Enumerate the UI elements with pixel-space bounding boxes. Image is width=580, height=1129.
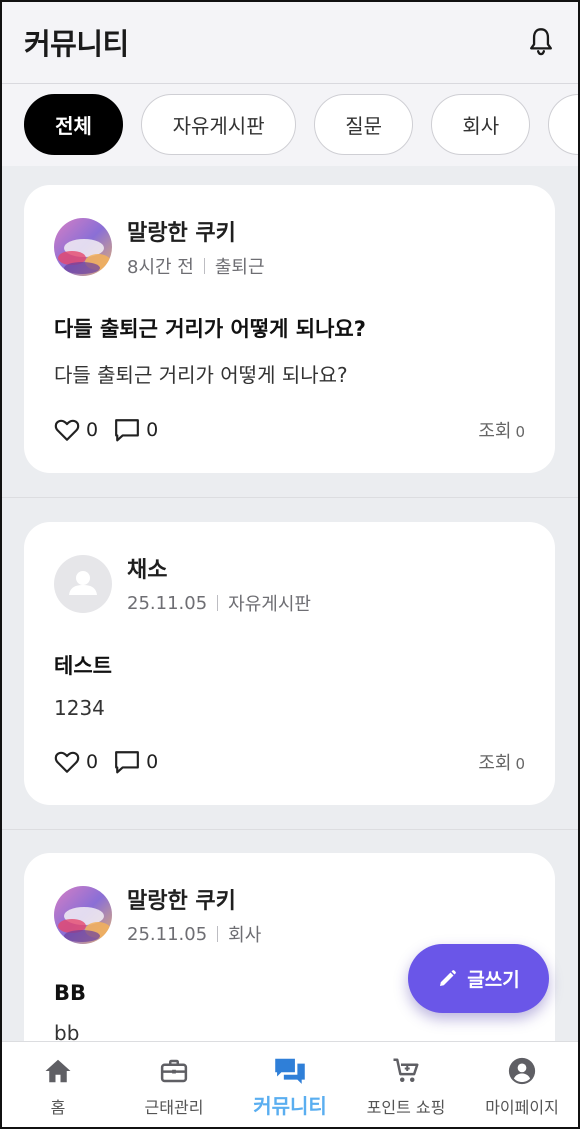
chip-free-board[interactable]: 자유게시판 (141, 94, 297, 155)
author-name: 말랑한 쿠키 (127, 889, 236, 914)
nav-label: 포인트 쇼핑 (366, 1098, 446, 1117)
post-card[interactable]: 채소 25.11.05 자유게시판 테스트 1234 0 0 조회 0 (24, 522, 555, 805)
author-row: 채소 25.11.05 자유게시판 (54, 552, 525, 616)
post-body: bb (54, 1021, 80, 1041)
post-category: 회사 (228, 925, 262, 946)
like-button[interactable]: 0 (54, 418, 98, 442)
views-label: 조회 (478, 753, 512, 774)
nav-community[interactable]: 커뮤니티 (232, 1042, 348, 1129)
nav-attendance[interactable]: 근태관리 (116, 1042, 232, 1129)
comment-count: 0 (146, 419, 159, 441)
comment-button[interactable]: 0 (114, 418, 158, 442)
home-icon (45, 1059, 71, 1083)
post-actions: 0 0 조회 0 (54, 417, 525, 443)
nav-label: 근태관리 (144, 1098, 204, 1117)
post-feed: 말랑한 쿠키 8시간 전 출퇴근 다들 출퇴근 거리가 어떻게 되나요? 다들 … (0, 166, 580, 1041)
post-category: 자유게시판 (228, 594, 311, 615)
heart-icon (54, 751, 80, 773)
bottom-nav: 홈 근태관리 커뮤니티 포인트 쇼핑 마이페이지 (0, 1041, 580, 1129)
like-button[interactable]: 0 (54, 750, 98, 774)
post-body: 1234 (54, 696, 105, 720)
post-time: 25.11.05 (127, 923, 208, 945)
write-post-label: 글쓰기 (467, 969, 520, 991)
nav-point-shop[interactable]: 포인트 쇼핑 (348, 1042, 464, 1129)
write-post-button[interactable]: 글쓰기 (408, 944, 549, 1013)
post-body: 다들 출퇴근 거리가 어떻게 되나요? (54, 363, 348, 387)
views-label: 조회 (478, 421, 512, 442)
view-count: 조회 0 (478, 749, 525, 775)
divider (0, 829, 580, 830)
post-category: 출퇴근 (214, 257, 265, 278)
app-header: 커뮤니티 (0, 0, 580, 84)
account-icon (508, 1057, 536, 1085)
post-title: 테스트 (54, 654, 112, 678)
comment-count: 0 (146, 751, 159, 773)
post-time: 25.11.05 (127, 592, 208, 614)
cart-icon (393, 1058, 419, 1082)
nav-label: 커뮤니티 (253, 1094, 327, 1118)
views-number: 0 (515, 755, 525, 773)
author-name: 채소 (127, 558, 168, 583)
comment-icon (115, 419, 140, 442)
heart-icon (54, 419, 80, 441)
post-card[interactable]: 말랑한 쿠키 8시간 전 출퇴근 다들 출퇴근 거리가 어떻게 되나요? 다들 … (24, 185, 555, 473)
chat-icon (275, 1058, 305, 1084)
post-time: 8시간 전 (127, 257, 194, 278)
bell-icon[interactable] (526, 27, 556, 57)
author-row: 말랑한 쿠키 8시간 전 출퇴근 (54, 215, 525, 279)
pencil-icon (440, 969, 457, 986)
post-meta: 25.11.05 자유게시판 (127, 590, 311, 616)
author-row: 말랑한 쿠키 25.11.05 회사 (54, 883, 525, 947)
post-title: 다들 출퇴근 거리가 어떻게 되나요? (54, 317, 366, 341)
nav-mypage[interactable]: 마이페이지 (464, 1042, 580, 1129)
chip-question[interactable]: 질문 (314, 94, 414, 155)
like-count: 0 (86, 751, 99, 773)
comment-button[interactable]: 0 (114, 750, 158, 774)
post-meta: 8시간 전 출퇴근 (127, 253, 265, 279)
avatar (54, 886, 112, 944)
like-count: 0 (86, 419, 99, 441)
nav-label: 마이페이지 (485, 1098, 559, 1117)
comment-icon (115, 751, 140, 774)
chip-all[interactable]: 전체 (24, 94, 123, 155)
divider (0, 497, 580, 498)
page-title: 커뮤니티 (24, 26, 129, 61)
chip-commute[interactable]: 출 (548, 94, 580, 155)
avatar (54, 555, 112, 613)
chip-company[interactable]: 회사 (431, 94, 531, 155)
meta-divider (217, 595, 219, 611)
views-number: 0 (515, 423, 525, 441)
nav-label: 홈 (50, 1098, 66, 1117)
author-name: 말랑한 쿠키 (127, 221, 236, 246)
nav-home[interactable]: 홈 (0, 1042, 116, 1129)
briefcase-icon (160, 1059, 188, 1083)
meta-divider (217, 926, 219, 942)
meta-divider (203, 258, 205, 274)
post-actions: 0 0 조회 0 (54, 749, 525, 775)
avatar (54, 218, 112, 276)
post-meta: 25.11.05 회사 (127, 921, 261, 947)
view-count: 조회 0 (478, 417, 525, 443)
category-chips: 전체 자유게시판 질문 회사 출 (0, 84, 580, 166)
